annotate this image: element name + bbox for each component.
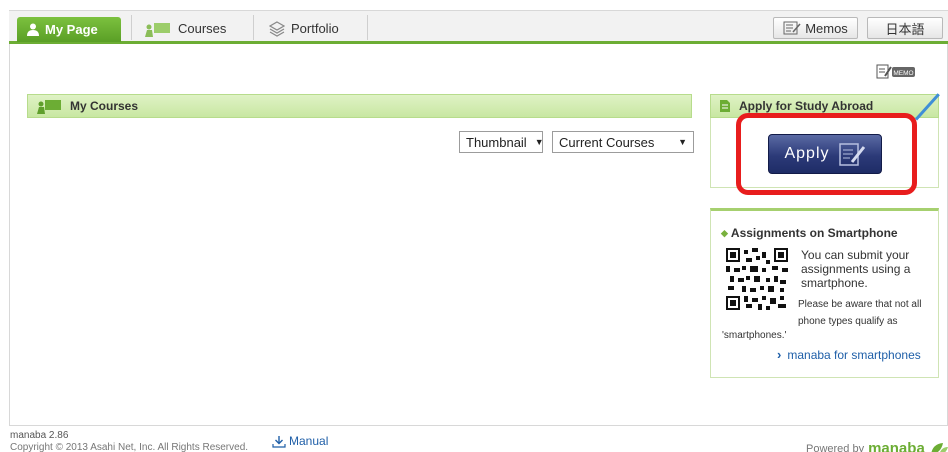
version-text: manaba 2.86 — [10, 430, 69, 441]
tab-divider — [367, 15, 368, 40]
my-courses-header: My Courses — [27, 94, 692, 118]
course-filter-value: Current Courses — [559, 134, 655, 150]
qr-code-icon — [726, 248, 788, 310]
brand-logo-text: manaba — [868, 440, 925, 452]
smartphone-note: Please be aware that not all phone types… — [798, 299, 922, 327]
tab-divider — [131, 15, 132, 40]
view-mode-select[interactable]: Thumbnail ▼ — [459, 131, 544, 153]
copyright-text: Copyright © 2013 Asahi Net, Inc. All Rig… — [10, 442, 249, 452]
my-courses-title: My Courses — [70, 99, 139, 113]
manaba-smartphone-link[interactable]: › manaba for smartphones — [777, 347, 921, 362]
smartphone-note-tail: 'smartphones.' — [722, 330, 787, 341]
memos-button[interactable]: Memos — [773, 17, 858, 39]
memo-corner-icon[interactable]: MEMO — [876, 64, 916, 79]
top-navigation: My Page Courses Portfolio Memos 日本語 — [9, 10, 948, 44]
tab-courses[interactable]: Courses — [144, 15, 226, 42]
courses-icon — [145, 22, 170, 37]
powered-by: Powered by manaba — [806, 440, 948, 452]
memo-icon — [783, 21, 801, 35]
language-label: 日本語 — [885, 21, 925, 37]
manual-link[interactable]: Manual — [272, 434, 328, 448]
dropdown-arrow-icon: ▼ — [534, 137, 544, 147]
tab-divider — [253, 15, 254, 40]
download-icon — [272, 435, 286, 448]
smartphone-link-label: manaba for smartphones — [787, 347, 921, 362]
powered-by-label: Powered by — [806, 442, 865, 452]
memo-corner-label: MEMO — [893, 70, 913, 77]
view-mode-value: Thumbnail — [466, 134, 527, 150]
language-button[interactable]: 日本語 — [867, 17, 943, 39]
tab-label: My Page — [45, 22, 98, 37]
tab-portfolio[interactable]: Portfolio — [269, 15, 339, 42]
tab-label: Portfolio — [291, 21, 339, 36]
portfolio-icon — [269, 20, 285, 37]
courses-icon — [37, 100, 61, 114]
smartphone-description: You can submit your assignments using a … — [801, 248, 911, 290]
course-filter-select[interactable]: Current Courses ▼ — [552, 131, 694, 153]
study-abroad-title: Apply for Study Abroad — [739, 99, 874, 113]
document-icon — [720, 100, 730, 112]
person-icon — [27, 23, 39, 36]
manual-label: Manual — [289, 434, 329, 448]
tab-my-page[interactable]: My Page — [17, 17, 121, 42]
smartphone-title-text: Assignments on Smartphone — [730, 226, 898, 240]
dropdown-arrow-icon: ▼ — [678, 137, 687, 147]
leaf-logo-icon — [931, 442, 948, 452]
smartphone-title: ◆ Assignments on Smartphone — [721, 226, 898, 240]
memos-label: Memos — [805, 20, 848, 36]
highlight-annotation — [736, 113, 917, 195]
tab-label: Courses — [178, 21, 227, 36]
diamond-icon: ◆ — [721, 227, 728, 238]
chevron-right-icon: › — [777, 347, 782, 362]
